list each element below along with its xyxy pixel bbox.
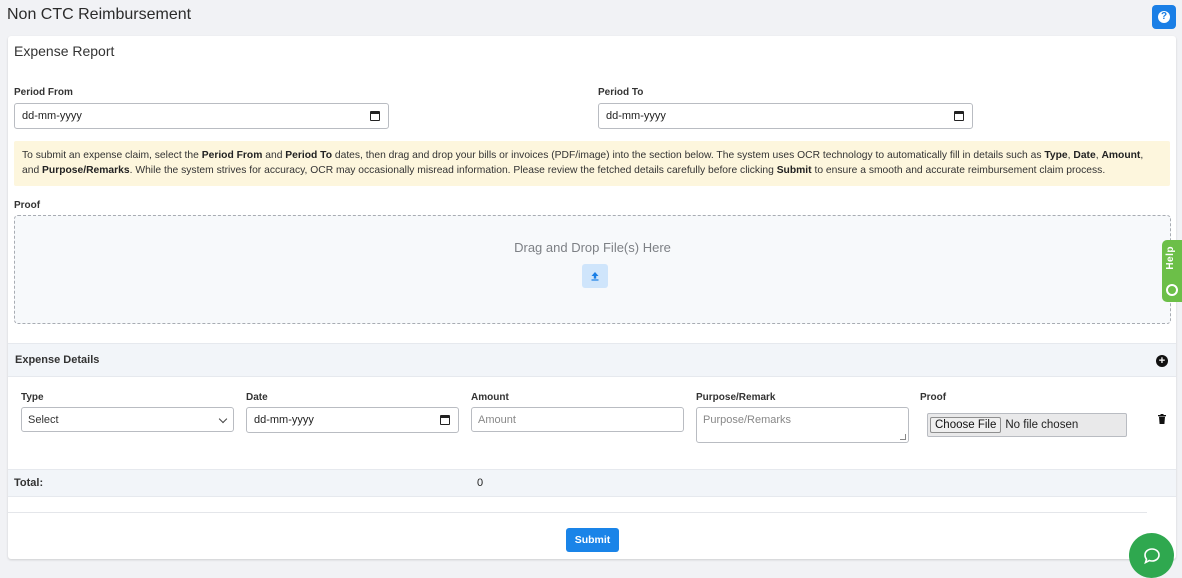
amount-placeholder: Amount (478, 413, 516, 426)
proof-label: Proof (14, 200, 41, 211)
submit-button[interactable]: Submit (566, 528, 619, 552)
total-value: 0 (477, 477, 484, 489)
upload-button[interactable] (582, 264, 608, 288)
info-text: and (262, 150, 286, 161)
info-bold: Type (1044, 150, 1068, 161)
info-text: dates, then drag and drop your bills or … (332, 150, 1045, 161)
info-text: to ensure a smooth and accurate reimburs… (811, 165, 1106, 176)
purpose-textarea[interactable]: Purpose/Remarks (696, 407, 909, 443)
period-to-input[interactable]: dd-mm-yyyy (598, 103, 973, 129)
period-from-placeholder: dd-mm-yyyy (22, 110, 82, 122)
file-status: No file chosen (1005, 419, 1079, 431)
date-column-label: Date (246, 392, 268, 403)
chat-button[interactable] (1129, 533, 1174, 578)
resize-handle[interactable] (900, 434, 906, 440)
period-from-input[interactable]: dd-mm-yyyy (14, 103, 389, 129)
expense-details-header: Expense Details + (8, 343, 1176, 377)
total-row: Total: 0 (8, 469, 1176, 497)
ocr-info-alert: To submit an expense claim, select the P… (14, 141, 1170, 186)
expense-date-placeholder: dd-mm-yyyy (254, 414, 314, 426)
calendar-icon[interactable] (954, 111, 964, 121)
amount-column-label: Amount (471, 392, 509, 403)
info-bold: Date (1073, 150, 1096, 161)
help-button[interactable]: ? (1152, 5, 1176, 29)
info-bold: Submit (776, 165, 812, 176)
side-help-tab[interactable]: Help (1162, 240, 1182, 302)
calendar-icon[interactable] (370, 111, 380, 121)
purpose-placeholder: Purpose/Remarks (703, 414, 792, 426)
type-select[interactable]: Select (21, 407, 234, 432)
purpose-column-label: Purpose/Remark (696, 392, 776, 403)
info-text: . While the system strives for accuracy,… (129, 165, 777, 176)
side-help-label: Help (1165, 246, 1176, 270)
info-bold: Purpose/Remarks (42, 165, 130, 176)
type-column-label: Type (21, 392, 44, 403)
chevron-down-icon (218, 414, 228, 424)
period-from-label: Period From (14, 87, 73, 98)
expense-details-title: Expense Details (15, 354, 100, 366)
trash-icon[interactable] (1158, 414, 1166, 424)
choose-file-button[interactable]: Choose File (930, 417, 1002, 433)
chat-icon (1143, 547, 1160, 564)
period-to-label: Period To (598, 87, 644, 98)
card-title: Expense Report (14, 43, 115, 59)
period-to-placeholder: dd-mm-yyyy (606, 110, 666, 122)
divider (8, 512, 1147, 513)
type-select-value: Select (28, 413, 59, 426)
calendar-icon[interactable] (440, 415, 450, 425)
lifebuoy-icon (1166, 284, 1178, 296)
file-dropzone[interactable]: Drag and Drop File(s) Here (14, 215, 1171, 324)
amount-input[interactable]: Amount (471, 407, 684, 432)
info-bold: Period To (285, 150, 332, 161)
info-bold: Amount (1101, 150, 1141, 161)
info-text: To submit an expense claim, select the (22, 150, 202, 161)
proof-column-label: Proof (920, 392, 947, 403)
proof-file-input[interactable]: Choose File No file chosen (927, 413, 1127, 437)
expense-report-card: Expense Report Period From dd-mm-yyyy Pe… (8, 36, 1176, 559)
add-row-icon[interactable]: + (1156, 355, 1168, 367)
page-title: Non CTC Reimbursement (7, 6, 192, 23)
dropzone-text: Drag and Drop File(s) Here (514, 240, 671, 255)
upload-icon (591, 272, 599, 281)
question-icon: ? (1158, 11, 1170, 23)
total-label: Total: (14, 477, 44, 489)
info-bold: Period From (201, 150, 263, 161)
expense-date-input[interactable]: dd-mm-yyyy (246, 407, 459, 433)
